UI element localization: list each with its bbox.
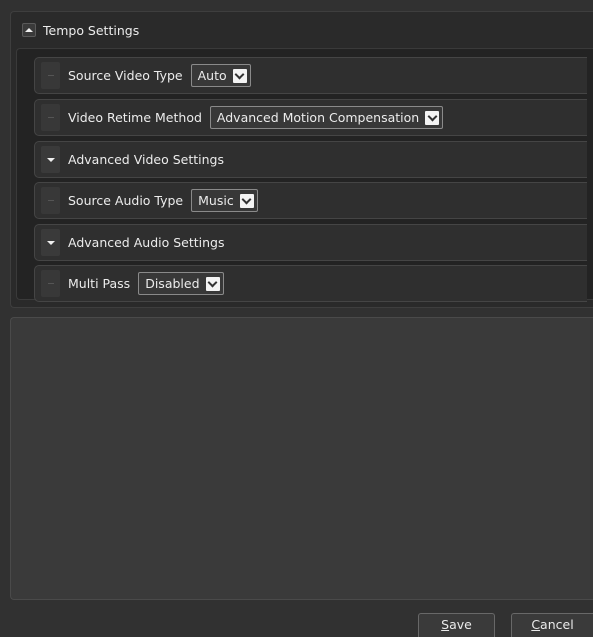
advanced-video-settings-row[interactable]: Advanced Video Settings xyxy=(34,141,587,178)
details-panel xyxy=(10,317,593,600)
advanced-audio-settings-label: Advanced Audio Settings xyxy=(68,235,225,250)
collapse-tempo-settings-button[interactable] xyxy=(22,23,36,37)
source-video-type-label: Source Video Type xyxy=(68,68,183,83)
multi-pass-select[interactable]: Disabled xyxy=(138,272,224,295)
dropdown-arrow-icon[interactable] xyxy=(239,193,254,208)
video-retime-method-row: Video Retime Method Advanced Motion Comp… xyxy=(34,99,587,136)
video-retime-method-label: Video Retime Method xyxy=(68,110,202,125)
expand-advanced-audio-settings-button[interactable] xyxy=(41,229,60,256)
source-audio-type-expand-button xyxy=(41,187,60,214)
tempo-settings-header[interactable]: Tempo Settings xyxy=(11,12,593,48)
dash-icon xyxy=(47,117,54,118)
dash-icon xyxy=(47,283,54,284)
multi-pass-label: Multi Pass xyxy=(68,276,131,291)
expand-arrow-icon xyxy=(46,157,55,162)
multi-pass-value: Disabled xyxy=(145,276,200,291)
advanced-audio-settings-row[interactable]: Advanced Audio Settings xyxy=(34,224,587,261)
source-video-type-row: Source Video Type Auto xyxy=(34,57,587,94)
multi-pass-row: Multi Pass Disabled xyxy=(34,265,587,302)
dropdown-arrow-icon[interactable] xyxy=(205,276,220,291)
dash-icon xyxy=(47,200,54,201)
source-video-type-value: Auto xyxy=(197,68,227,83)
collapse-arrow-icon xyxy=(25,28,33,32)
source-video-type-expand-button xyxy=(41,62,60,89)
dropdown-arrow-icon[interactable] xyxy=(232,68,247,83)
source-video-type-select[interactable]: Auto xyxy=(190,64,251,87)
multi-pass-expand-button xyxy=(41,270,60,297)
dropdown-arrow-icon[interactable] xyxy=(425,110,440,125)
tempo-settings-title: Tempo Settings xyxy=(43,22,140,38)
expand-advanced-video-settings-button[interactable] xyxy=(41,146,60,173)
advanced-video-settings-label: Advanced Video Settings xyxy=(68,152,224,167)
source-audio-type-label: Source Audio Type xyxy=(68,193,184,208)
cancel-button[interactable]: Cancel xyxy=(511,613,593,637)
video-retime-method-expand-button xyxy=(41,104,60,131)
save-button-label: Save xyxy=(441,617,472,632)
expand-arrow-icon xyxy=(46,240,55,245)
source-audio-type-select[interactable]: Music xyxy=(191,189,258,212)
source-audio-type-value: Music xyxy=(198,193,234,208)
save-button[interactable]: Save xyxy=(418,613,495,637)
video-retime-method-value: Advanced Motion Compensation xyxy=(216,110,420,125)
source-audio-type-row: Source Audio Type Music xyxy=(34,182,587,219)
video-retime-method-select[interactable]: Advanced Motion Compensation xyxy=(209,106,444,129)
dash-icon xyxy=(47,75,54,76)
cancel-button-label: Cancel xyxy=(531,617,574,632)
